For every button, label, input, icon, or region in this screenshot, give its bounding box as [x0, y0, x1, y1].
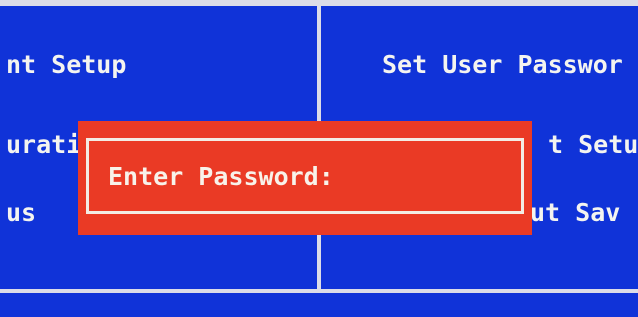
bottom-divider: [0, 289, 638, 293]
menu-item-right-3[interactable]: ut Sav: [530, 200, 620, 225]
menu-item-set-user-password[interactable]: Set User Passwor: [382, 52, 623, 77]
menu-item-left-2[interactable]: urati: [6, 132, 81, 157]
password-prompt-label[interactable]: Enter Password:: [108, 164, 334, 189]
password-dialog: Enter Password:: [78, 121, 532, 235]
bios-screen: nt Setup urati us Set User Passwor t Set…: [0, 0, 638, 317]
menu-item-right-2[interactable]: t Setu: [548, 132, 638, 157]
menu-item-left-3[interactable]: us: [6, 200, 36, 225]
menu-item-left-1[interactable]: nt Setup: [6, 52, 126, 77]
